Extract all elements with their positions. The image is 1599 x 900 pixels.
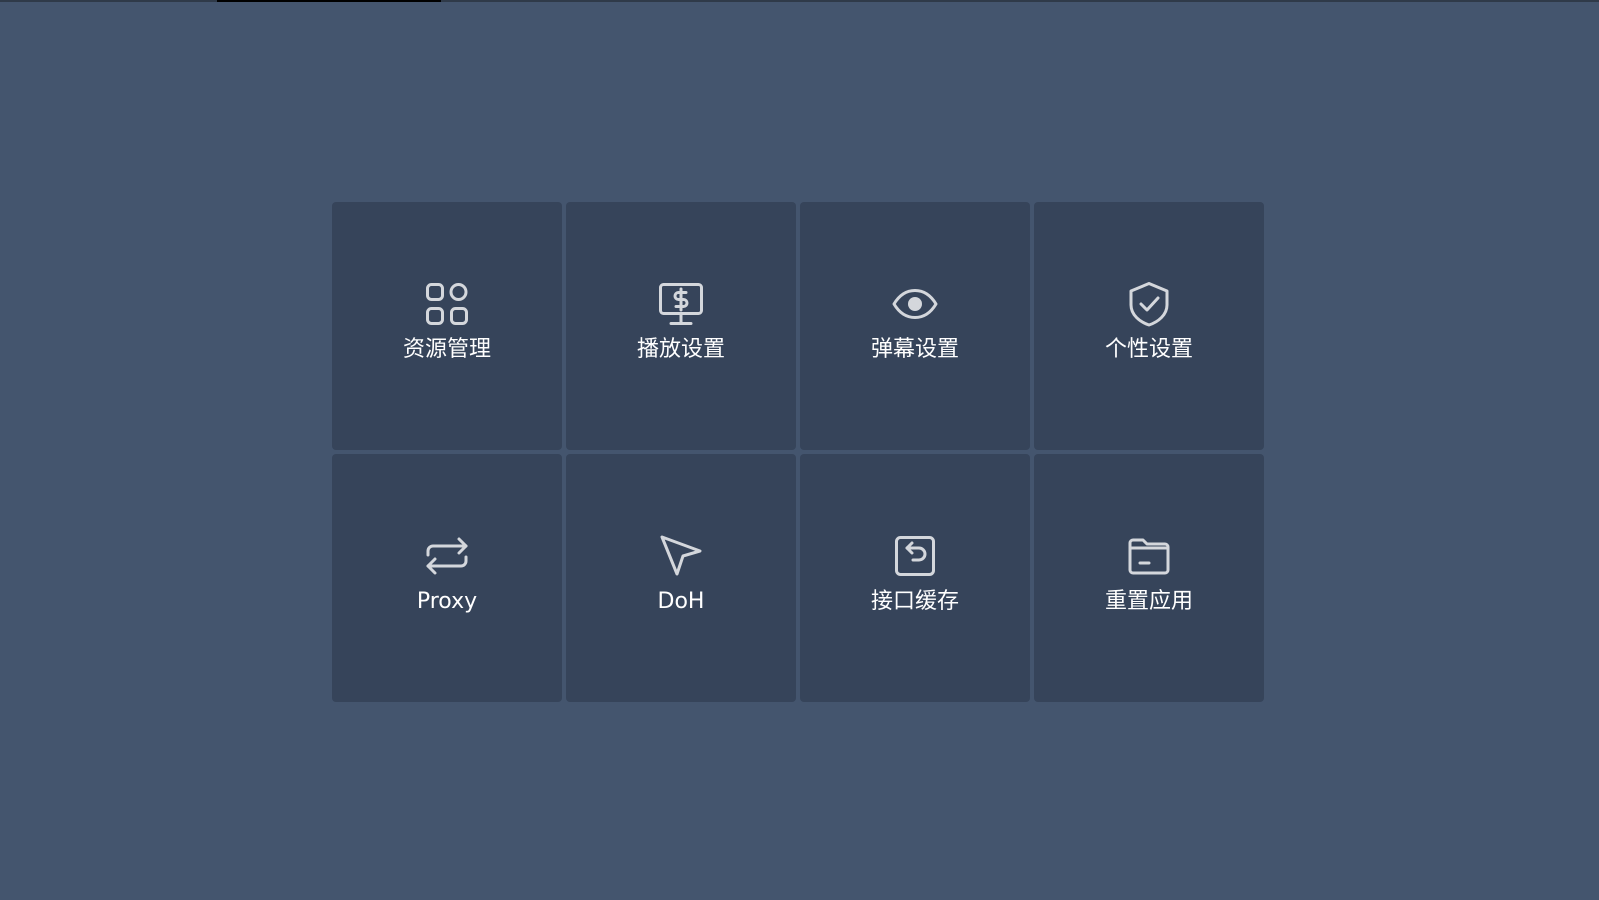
settings-menu-grid: 资源管理 播放设置 弹幕设置 个性设置 Proxy DoH 接口缓存 重置应用 (332, 202, 1264, 702)
repeat-arrows-icon (424, 533, 470, 579)
tile-label: Proxy (416, 589, 478, 614)
tile-label: 个性设置 (1104, 337, 1193, 362)
tile-label: DoH (657, 589, 705, 614)
tile-label: 弹幕设置 (870, 337, 959, 362)
tile-doh[interactable]: DoH (566, 454, 796, 702)
tile-playback-settings[interactable]: 播放设置 (566, 202, 796, 450)
tile-label: 重置应用 (1104, 589, 1193, 614)
shield-check-icon (1126, 281, 1172, 327)
tile-label: 接口缓存 (870, 589, 959, 614)
tile-resource-management[interactable]: 资源管理 (332, 202, 562, 450)
tile-reset-app[interactable]: 重置应用 (1034, 454, 1264, 702)
tile-personalization-settings[interactable]: 个性设置 (1034, 202, 1264, 450)
tile-label: 播放设置 (636, 337, 725, 362)
tile-api-cache[interactable]: 接口缓存 (800, 454, 1030, 702)
tile-danmaku-settings[interactable]: 弹幕设置 (800, 202, 1030, 450)
eye-icon (892, 281, 938, 327)
undo-square-icon (892, 533, 938, 579)
tile-proxy[interactable]: Proxy (332, 454, 562, 702)
folder-icon (1126, 533, 1172, 579)
tile-label: 资源管理 (402, 337, 491, 362)
top-bar (0, 0, 1599, 2)
top-progress-indicator (217, 0, 441, 2)
monitor-dollar-icon (658, 281, 704, 327)
cursor-arrow-icon (658, 533, 704, 579)
apps-grid-icon (424, 281, 470, 327)
